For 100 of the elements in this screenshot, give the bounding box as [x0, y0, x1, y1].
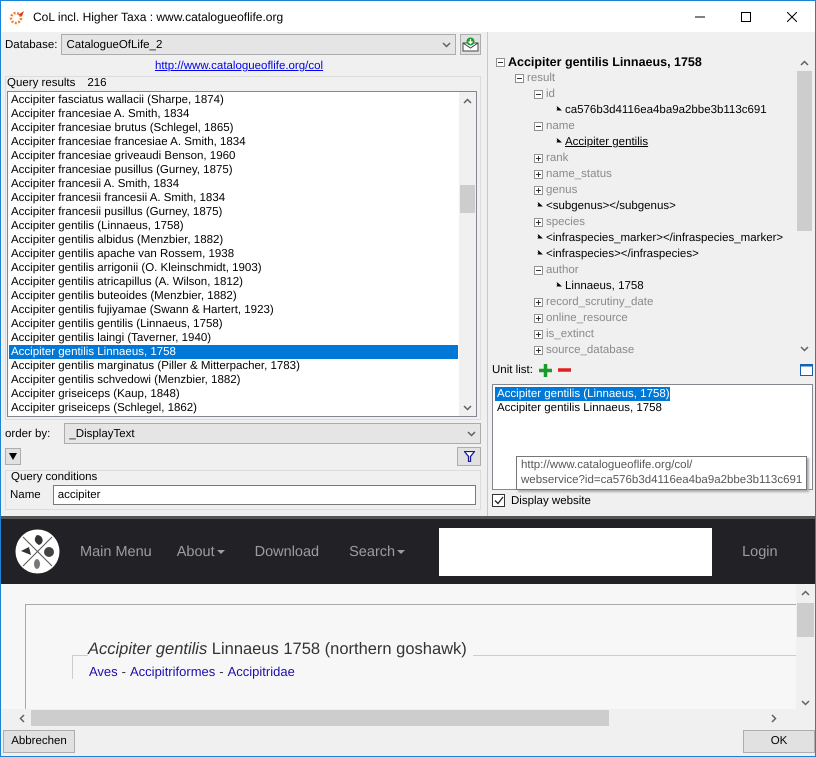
nav-link[interactable]: About	[176, 544, 225, 560]
result-item[interactable]: Accipiter gentilis marginatus (Piller & Mitterpacher, 1783)	[9, 359, 458, 373]
collapse-button[interactable]	[5, 448, 21, 465]
window-title: CoL incl. Higher Taxa : www.catalogueoflife.org	[33, 10, 284, 24]
result-item[interactable]: Accipiter francesii pusillus (Gurney, 1875)	[9, 205, 458, 219]
order-by-label: order by:	[5, 428, 50, 440]
down-triangle-icon	[9, 453, 17, 460]
scroll-down-icon[interactable]	[801, 700, 810, 706]
scroll-up-icon[interactable]	[800, 60, 809, 66]
display-website-checkbox[interactable]	[492, 494, 505, 507]
result-item[interactable]: Accipiter francesii francesii A. Smith, 1834	[9, 191, 458, 205]
display-website-label[interactable]: Display website	[511, 494, 591, 506]
result-item[interactable]: Accipiter francesiae A. Smith, 1834	[9, 107, 458, 121]
result-item[interactable]: Accipiter francesiae pusillus (Gurney, 1875)	[9, 163, 458, 177]
search-field[interactable]	[439, 528, 712, 576]
breadcrumb-separator: -	[219, 664, 224, 679]
query-conditions-title: Query conditions	[11, 471, 98, 483]
login-link[interactable]: Login	[742, 544, 778, 560]
order-by-dropdown[interactable]: _DisplayText	[64, 423, 481, 444]
window-icon[interactable]	[800, 364, 813, 376]
caret-icon	[216, 550, 225, 554]
result-item[interactable]: Accipiter fasciatus wallacii (Sharpe, 1874)	[9, 93, 458, 107]
scroll-thumb[interactable]	[797, 603, 814, 637]
result-item[interactable]: Accipiter francesiae francesiae A. Smith, 1834	[9, 135, 458, 149]
add-icon[interactable]	[538, 364, 552, 376]
tree-value[interactable]: <infraspecies_marker></infraspecies_marker>	[546, 232, 784, 244]
expand-icon[interactable]	[534, 154, 543, 162]
scroll-up-icon[interactable]	[463, 98, 472, 104]
result-item[interactable]: Accipiter gentilis buteoides (Menzbier, 1882)	[9, 289, 458, 303]
database-dropdown[interactable]: CatalogueOfLife_2	[61, 34, 456, 55]
nav-link[interactable]: Download	[254, 544, 320, 560]
nav-link[interactable]: Search	[349, 544, 406, 560]
result-item[interactable]: Accipiter francesiae brutus (Schlegel, 1865)	[9, 121, 458, 135]
name-field[interactable]: accipiter	[52, 485, 476, 505]
result-item[interactable]: Accipiter gentilis atricapillus (A. Wilson, 1812)	[9, 275, 458, 289]
result-item[interactable]: Accipiter gentilis laingi (Taverner, 1940)	[9, 331, 458, 345]
vertical-scrollbar[interactable]	[796, 584, 815, 709]
tree-value[interactable]: Linnaeus, 1758	[565, 280, 644, 292]
result-item[interactable]: Accipiter griseiceps (Kaup, 1848)	[9, 387, 458, 401]
unit-list-label: Unit list:	[492, 364, 533, 376]
scroll-thumb[interactable]	[797, 71, 812, 231]
result-item[interactable]: Accipiter gentilis schvedowi (Menzbier, 1882)	[9, 373, 458, 387]
expand-icon[interactable]	[534, 170, 543, 178]
tree-link[interactable]: Accipiter gentilis	[565, 136, 648, 148]
ok-button[interactable]: OK	[743, 730, 815, 752]
breadcrumb-link[interactable]: Accipitriformes	[130, 664, 216, 679]
expand-icon[interactable]	[534, 314, 543, 322]
tree-value[interactable]: <infraspecies></infraspecies>	[546, 248, 699, 260]
scroll-thumb[interactable]	[31, 710, 609, 726]
result-item[interactable]: Accipiter gentilis arrigonii (O. Kleinschmidt, 1903)	[9, 261, 458, 275]
tree-value[interactable]: <subgenus></subgenus>	[546, 200, 676, 212]
expand-icon[interactable]	[534, 346, 543, 354]
connect-button[interactable]	[460, 34, 481, 55]
expand-icon[interactable]	[534, 218, 543, 226]
unit-item[interactable]: Accipiter gentilis (Linnaeus, 1758)	[495, 387, 670, 401]
scroll-thumb[interactable]	[460, 185, 475, 213]
result-item[interactable]: Accipiter gentilis gentilis (Linnaeus, 1758)	[9, 317, 458, 331]
result-item[interactable]: Accipiter gentilis albidus (Menzbier, 1882)	[9, 233, 458, 247]
unit-item[interactable]: Accipiter gentilis Linnaeus, 1758	[495, 401, 662, 415]
vertical-scrollbar[interactable]	[459, 92, 476, 416]
filter-icon	[464, 451, 474, 462]
collapse-icon[interactable]	[534, 122, 543, 130]
url-tooltip: http://www.catalogueoflife.org/col/ webservice?id=ca576b3d4116ea4ba9a2bbe3b113c691	[516, 456, 808, 490]
result-item[interactable]: Accipiter gentilis (Linnaeus, 1758)	[9, 219, 458, 233]
expand-icon[interactable]	[534, 298, 543, 306]
taxon-heading: Accipiter gentilis Linnaeus 1758 (northern goshawk)	[88, 640, 473, 659]
nav-link[interactable]: Main Menu	[80, 544, 152, 560]
tree-value[interactable]: ca576b3d4116ea4ba9a2bbe3b113c691	[565, 104, 767, 116]
cancel-button[interactable]: Abbrechen	[3, 730, 75, 752]
collapse-icon[interactable]	[515, 74, 524, 82]
website-link[interactable]: http://www.catalogueoflife.org/col	[154, 60, 324, 72]
close-icon	[787, 12, 797, 22]
collapse-icon[interactable]	[534, 90, 543, 98]
tree-value[interactable]: Accipiter gentilis Linnaeus, 1758	[508, 55, 702, 69]
query-results-label: Query results	[7, 77, 76, 89]
scroll-down-icon[interactable]	[800, 346, 809, 352]
collapse-icon[interactable]	[496, 58, 505, 66]
result-item[interactable]: Accipiter griseiceps (Schlegel, 1862)	[9, 401, 458, 415]
expand-icon[interactable]	[534, 186, 543, 194]
download-envelope-icon	[462, 37, 479, 52]
maximize-icon	[741, 12, 751, 22]
scroll-down-icon[interactable]	[463, 404, 472, 410]
scroll-left-icon[interactable]	[19, 714, 25, 722]
breadcrumb-separator: -	[122, 664, 126, 679]
name-label: Name	[10, 489, 41, 501]
site-logo-icon[interactable]	[15, 529, 60, 574]
scroll-up-icon[interactable]	[801, 590, 810, 596]
result-item[interactable]: Accipiter gentilis Linnaeus, 1758	[9, 345, 458, 359]
expand-icon[interactable]	[534, 330, 543, 338]
database-label: Database:	[5, 38, 58, 50]
remove-icon[interactable]	[558, 368, 571, 372]
filter-button[interactable]	[457, 447, 481, 466]
scroll-right-icon[interactable]	[771, 714, 777, 722]
result-item[interactable]: Accipiter gentilis fujiyamae (Swann & Hartert, 1923)	[9, 303, 458, 317]
result-item[interactable]: Accipiter gentilis apache van Rossem, 1938	[9, 247, 458, 261]
result-item[interactable]: Accipiter francesiae griveaudi Benson, 1960	[9, 149, 458, 163]
breadcrumb-link[interactable]: Aves	[89, 664, 118, 679]
result-item[interactable]: Accipiter francesii A. Smith, 1834	[9, 177, 458, 191]
breadcrumb-link[interactable]: Accipitridae	[228, 664, 295, 679]
collapse-icon[interactable]	[534, 266, 543, 274]
